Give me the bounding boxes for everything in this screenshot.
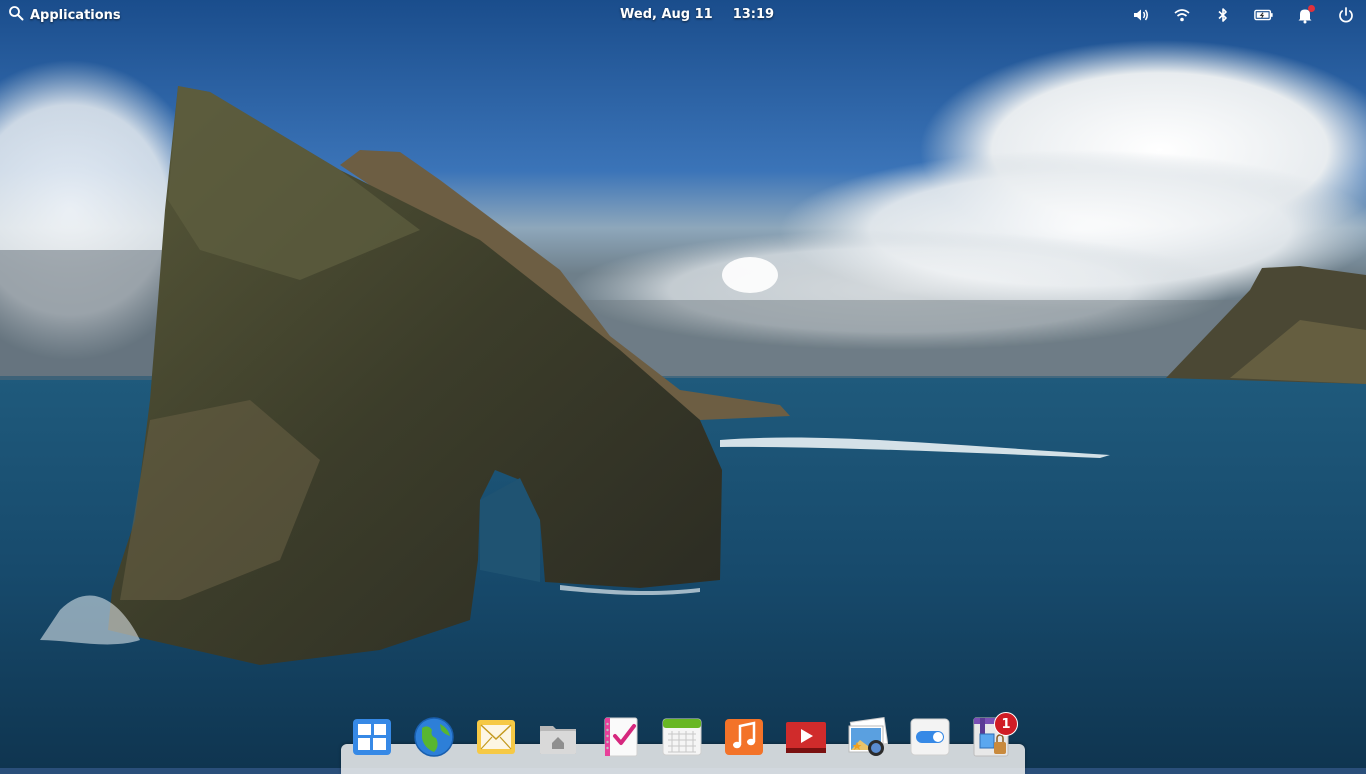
toggle-icon bbox=[910, 718, 950, 756]
applications-label: Applications bbox=[30, 7, 121, 23]
notification-dot bbox=[1308, 5, 1315, 12]
notifications-icon[interactable] bbox=[1295, 5, 1315, 25]
photos-icon bbox=[848, 717, 889, 756]
date-time-indicator[interactable]: Wed, Aug 11 13:19 bbox=[620, 7, 774, 22]
dock-item-files[interactable] bbox=[538, 716, 578, 758]
power-icon[interactable] bbox=[1336, 5, 1356, 25]
globe-icon bbox=[414, 717, 454, 757]
dock-item-videos[interactable] bbox=[786, 716, 826, 758]
dock-item-appcenter[interactable]: 1 bbox=[972, 712, 1018, 758]
search-icon bbox=[8, 5, 24, 25]
dock: 1 bbox=[352, 712, 1018, 760]
folder-home-icon bbox=[540, 726, 576, 754]
multitasking-icon bbox=[353, 719, 391, 755]
update-count-badge: 1 bbox=[994, 712, 1018, 736]
time-text: 13:19 bbox=[732, 7, 775, 22]
bluetooth-icon[interactable] bbox=[1213, 5, 1233, 25]
dock-item-music[interactable] bbox=[724, 716, 764, 758]
dock-item-tasks[interactable] bbox=[600, 716, 640, 758]
play-icon bbox=[786, 722, 826, 753]
wifi-icon[interactable] bbox=[1172, 5, 1192, 25]
date-text: Wed, Aug 11 bbox=[620, 7, 713, 22]
volume-icon[interactable] bbox=[1131, 5, 1151, 25]
dock-item-multitasking-view[interactable] bbox=[352, 716, 392, 758]
dock-item-mail[interactable] bbox=[476, 716, 516, 758]
dock-item-system-settings[interactable] bbox=[910, 716, 950, 758]
envelope-icon bbox=[477, 720, 515, 754]
checklist-icon bbox=[604, 717, 638, 757]
top-panel: Applications Wed, Aug 11 13:19 bbox=[0, 0, 1366, 30]
calendar-icon bbox=[662, 718, 702, 756]
applications-menu-button[interactable]: Applications bbox=[8, 5, 121, 25]
dock-item-photos[interactable] bbox=[848, 716, 889, 758]
dock-item-web-browser[interactable] bbox=[414, 716, 454, 758]
desktop-wallpaper bbox=[0, 0, 1366, 768]
battery-icon[interactable] bbox=[1254, 5, 1274, 25]
music-note-icon bbox=[725, 719, 763, 755]
system-indicators bbox=[1110, 5, 1356, 25]
dock-item-calendar[interactable] bbox=[662, 716, 702, 758]
